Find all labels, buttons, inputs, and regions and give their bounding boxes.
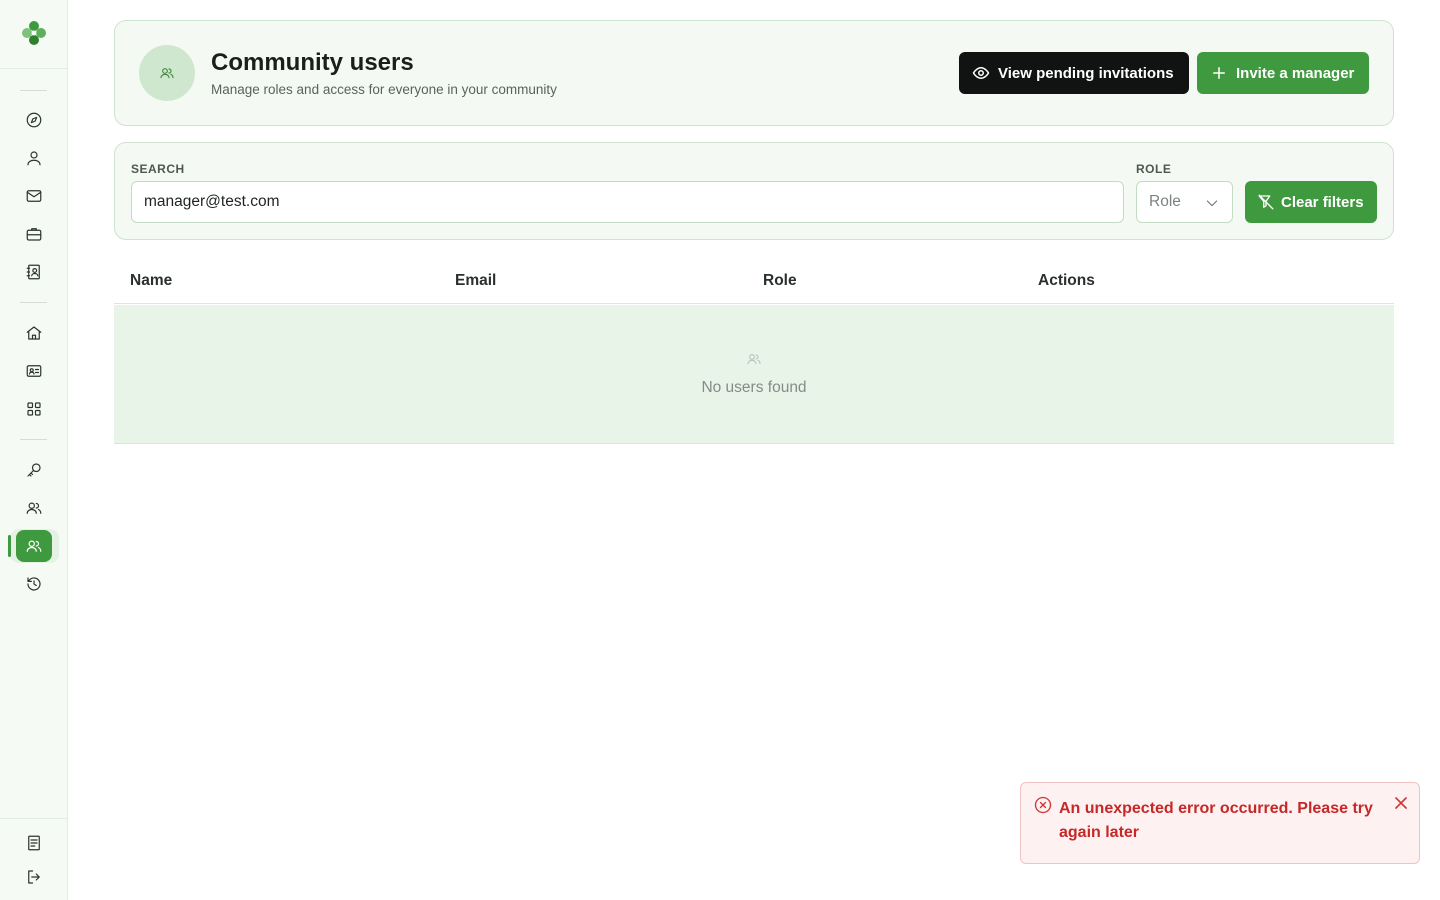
plus-icon [1213, 67, 1225, 79]
sidebar-item-jobs[interactable] [16, 218, 52, 250]
key-icon [27, 463, 41, 477]
chevron-down-icon [1206, 200, 1218, 207]
grid-icon [27, 402, 41, 416]
column-header-actions: Actions [1038, 272, 1095, 289]
sidebar [0, 0, 68, 900]
active-indicator [8, 535, 11, 557]
search-label: SEARCH [131, 162, 185, 176]
search-input[interactable] [131, 181, 1124, 223]
user-icon [27, 151, 41, 166]
filter-card: SEARCH ROLE Role Clear filters [114, 142, 1394, 240]
view-pending-invitations-button[interactable]: View pending invitations [959, 52, 1189, 94]
clear-filters-label: Clear filters [1281, 193, 1364, 211]
sidebar-divider [20, 302, 47, 303]
error-circle-icon [1034, 796, 1052, 814]
users-icon [26, 502, 42, 514]
role-label: ROLE [1136, 162, 1172, 176]
view-pending-invitations-label: View pending invitations [998, 64, 1174, 82]
document-icon [28, 835, 40, 851]
sidebar-item-documents[interactable] [16, 827, 52, 859]
id-card-icon [26, 365, 42, 377]
home-icon [26, 326, 42, 340]
header-avatar [139, 45, 195, 101]
table-empty-state: No users found [114, 305, 1394, 444]
role-select-value: Role [1149, 193, 1181, 210]
filter-off-icon [1258, 194, 1274, 210]
sidebar-item-history[interactable] [16, 568, 52, 600]
sidebar-item-members[interactable] [16, 355, 52, 387]
sidebar-item-contacts[interactable] [16, 256, 52, 288]
community-users-icon [26, 540, 42, 552]
close-icon [1395, 797, 1407, 809]
invite-manager-label: Invite a manager [1236, 64, 1355, 82]
sidebar-item-profile[interactable] [16, 142, 52, 174]
sidebar-item-messages[interactable] [16, 180, 52, 212]
column-header-name[interactable]: Name [130, 272, 172, 290]
sidebar-item-community-users[interactable] [16, 530, 52, 562]
sidebar-divider [20, 439, 47, 440]
sidebar-divider [20, 90, 47, 91]
sidebar-item-explore[interactable] [16, 104, 52, 136]
sidebar-divider [0, 818, 68, 819]
contact-book-icon [26, 264, 40, 280]
error-toast: An unexpected error occurred. Please try… [1020, 782, 1420, 864]
clover-logo[interactable] [19, 18, 49, 48]
empty-state-text: No users found [701, 379, 807, 396]
column-header-email[interactable]: Email [455, 272, 496, 290]
page-subtitle: Manage roles and access for everyone in … [211, 82, 557, 97]
sidebar-divider [0, 68, 68, 69]
sidebar-item-access[interactable] [16, 454, 52, 486]
logout-icon [28, 870, 40, 884]
eye-icon [972, 67, 990, 79]
toast-close-button[interactable] [1391, 793, 1411, 813]
users-icon [747, 354, 761, 365]
history-icon [27, 577, 41, 591]
column-header-role[interactable]: Role [763, 272, 797, 290]
sidebar-item-logout[interactable] [16, 861, 52, 893]
invite-manager-button[interactable]: Invite a manager [1197, 52, 1369, 94]
page-header-card: Community users Manage roles and access … [114, 20, 1394, 126]
toast-message: An unexpected error occurred. Please try… [1059, 800, 1373, 841]
clear-filters-button[interactable]: Clear filters [1245, 181, 1377, 223]
community-users-icon [160, 68, 174, 79]
mail-icon [26, 190, 42, 202]
sidebar-item-home[interactable] [16, 317, 52, 349]
table-header: Name Email Role Actions [114, 256, 1394, 304]
compass-icon [26, 112, 42, 128]
sidebar-item-apps[interactable] [16, 393, 52, 425]
sidebar-item-users[interactable] [16, 492, 52, 524]
role-select[interactable]: Role [1136, 181, 1233, 223]
briefcase-icon [26, 228, 42, 241]
page-title: Community users [211, 49, 414, 76]
